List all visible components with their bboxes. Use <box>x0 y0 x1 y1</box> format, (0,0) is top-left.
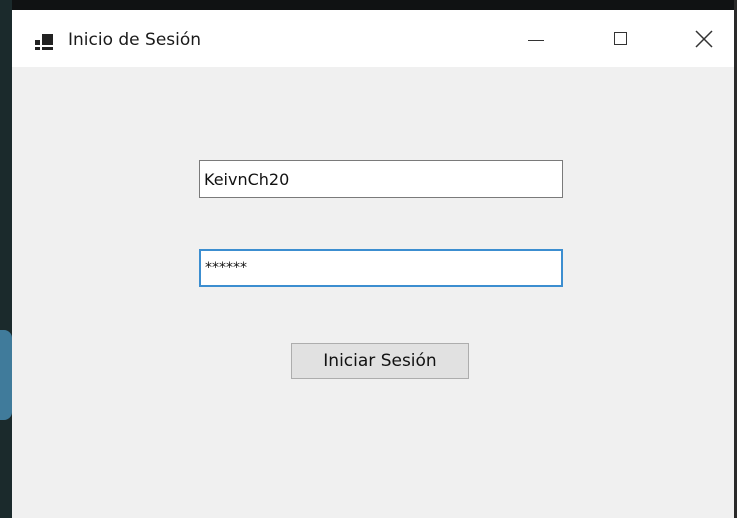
username-field[interactable] <box>199 160 563 198</box>
background-left-edge <box>0 0 12 518</box>
minimize-button[interactable] <box>506 10 566 67</box>
background-glow <box>0 330 12 420</box>
window-title: Inicio de Sesión <box>68 30 202 50</box>
form-area: Iniciar Sesión <box>12 67 734 518</box>
screen: Inicio de Sesión Iniciar Sesión <box>0 0 737 518</box>
password-field[interactable] <box>199 249 563 287</box>
background-top-edge <box>0 0 737 10</box>
minimize-icon <box>528 39 544 42</box>
app-window-icon <box>35 34 55 50</box>
maximize-icon <box>613 32 627 45</box>
login-button[interactable]: Iniciar Sesión <box>291 343 469 379</box>
title-bar[interactable]: Inicio de Sesión <box>12 10 734 67</box>
close-button[interactable] <box>674 10 734 67</box>
close-icon <box>695 29 713 48</box>
login-window: Inicio de Sesión Iniciar Sesión <box>12 10 734 518</box>
maximize-button[interactable] <box>590 10 650 67</box>
